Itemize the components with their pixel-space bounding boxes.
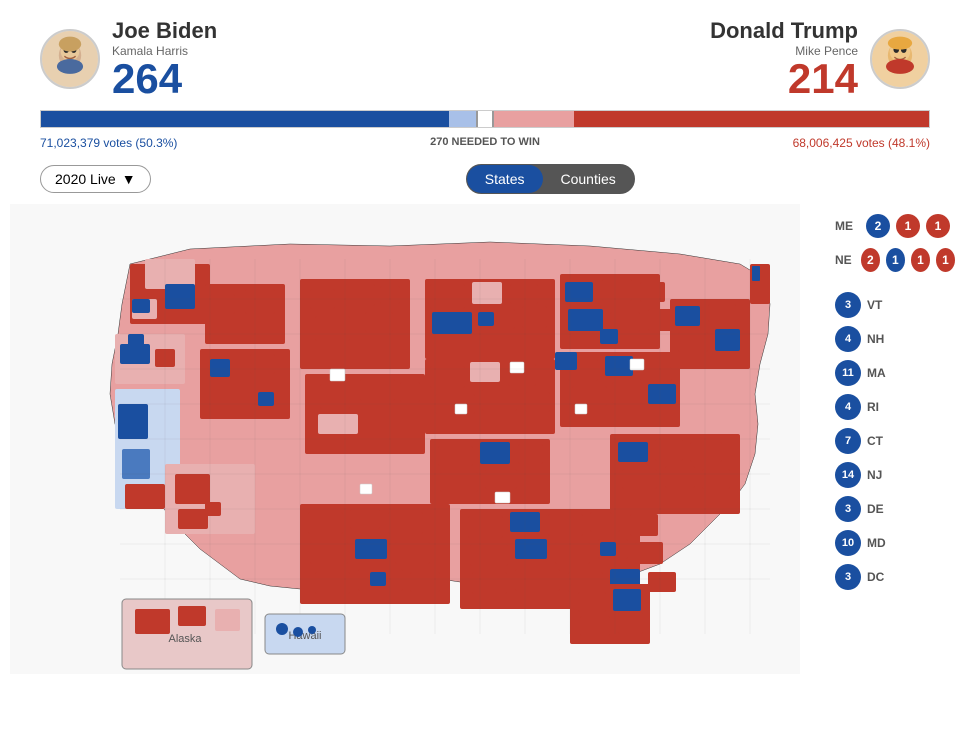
trump-electoral: 214 bbox=[710, 58, 858, 100]
map-area: Alaska Hawaii ME 2 1 1 NE 2 1 1 1 bbox=[0, 204, 970, 684]
needed-label: 270 NEEDED TO WIN bbox=[430, 136, 540, 148]
trump-votes: 68,006,425 votes (48.1%) bbox=[793, 136, 930, 150]
ne-badge-3: 1 bbox=[911, 248, 930, 272]
bar-trump-dark bbox=[574, 111, 929, 127]
ne-split-row: NE 2 1 1 1 bbox=[835, 248, 955, 272]
list-item: 10 MD bbox=[835, 530, 955, 556]
counties-toggle[interactable]: Counties bbox=[543, 165, 634, 193]
year-dropdown[interactable]: 2020 Live ▼ bbox=[40, 165, 151, 193]
ma-abbr: MA bbox=[867, 366, 886, 380]
list-item: 4 NH bbox=[835, 326, 955, 352]
year-label: 2020 Live bbox=[55, 171, 116, 187]
biden-name: Joe Biden bbox=[112, 18, 217, 44]
dc-abbr: DC bbox=[867, 570, 884, 584]
nh-circle: 4 bbox=[835, 326, 861, 352]
me-badge-2: 1 bbox=[896, 214, 920, 238]
electoral-bar-section bbox=[0, 110, 970, 128]
list-item: 3 DC bbox=[835, 564, 955, 590]
nh-abbr: NH bbox=[867, 332, 884, 346]
ne-label: NE bbox=[835, 253, 855, 267]
list-item: 11 MA bbox=[835, 360, 955, 386]
md-abbr: MD bbox=[867, 536, 886, 550]
bar-undecided bbox=[476, 111, 494, 127]
biden-block: Joe Biden Kamala Harris 264 bbox=[40, 18, 217, 100]
chevron-down-icon: ▼ bbox=[122, 171, 136, 187]
trump-avatar bbox=[870, 29, 930, 89]
nj-abbr: NJ bbox=[867, 468, 882, 482]
ri-circle: 4 bbox=[835, 394, 861, 420]
small-states-list: 3 VT 4 NH 11 MA 4 RI 7 CT 14 NJ bbox=[835, 292, 955, 590]
list-item: 14 NJ bbox=[835, 462, 955, 488]
ct-abbr: CT bbox=[867, 434, 883, 448]
ne-badge-1: 2 bbox=[861, 248, 880, 272]
ma-circle: 11 bbox=[835, 360, 861, 386]
biden-electoral: 264 bbox=[112, 58, 217, 100]
view-toggle: States Counties bbox=[466, 164, 635, 194]
me-badge-1: 2 bbox=[866, 214, 890, 238]
md-circle: 10 bbox=[835, 530, 861, 556]
biden-votes: 71,023,379 votes (50.3%) bbox=[40, 136, 177, 150]
de-abbr: DE bbox=[867, 502, 884, 516]
de-circle: 3 bbox=[835, 496, 861, 522]
bar-trump-light bbox=[494, 111, 574, 127]
bar-labels: 71,023,379 votes (50.3%) 270 NEEDED TO W… bbox=[0, 134, 970, 150]
me-badge-3: 1 bbox=[926, 214, 950, 238]
biden-info: Joe Biden Kamala Harris 264 bbox=[112, 18, 217, 100]
ri-abbr: RI bbox=[867, 400, 879, 414]
vt-abbr: VT bbox=[867, 298, 882, 312]
list-item: 4 RI bbox=[835, 394, 955, 420]
side-panel: ME 2 1 1 NE 2 1 1 1 3 VT 4 NH 11 MA bbox=[835, 214, 955, 598]
biden-avatar bbox=[40, 29, 100, 89]
ne-badge-4: 1 bbox=[936, 248, 955, 272]
vt-circle: 3 bbox=[835, 292, 861, 318]
header: Joe Biden Kamala Harris 264 Donald Trump… bbox=[0, 0, 970, 110]
me-split-row: ME 2 1 1 bbox=[835, 214, 955, 238]
trump-block: Donald Trump Mike Pence 214 bbox=[710, 18, 930, 100]
svg-text:Alaska: Alaska bbox=[168, 633, 202, 645]
electoral-bar bbox=[40, 110, 930, 128]
us-map[interactable]: Alaska Hawaii bbox=[10, 204, 800, 674]
list-item: 3 VT bbox=[835, 292, 955, 318]
list-item: 7 CT bbox=[835, 428, 955, 454]
list-item: 3 DE bbox=[835, 496, 955, 522]
ne-badge-2: 1 bbox=[886, 248, 905, 272]
dc-circle: 3 bbox=[835, 564, 861, 590]
nj-circle: 14 bbox=[835, 462, 861, 488]
controls-bar: 2020 Live ▼ States Counties bbox=[0, 154, 970, 204]
trump-info: Donald Trump Mike Pence 214 bbox=[710, 18, 858, 100]
trump-name: Donald Trump bbox=[710, 18, 858, 44]
bar-biden-light bbox=[449, 111, 476, 127]
me-label: ME bbox=[835, 219, 860, 233]
bar-biden-dark bbox=[41, 111, 449, 127]
states-toggle[interactable]: States bbox=[467, 165, 543, 193]
ct-circle: 7 bbox=[835, 428, 861, 454]
